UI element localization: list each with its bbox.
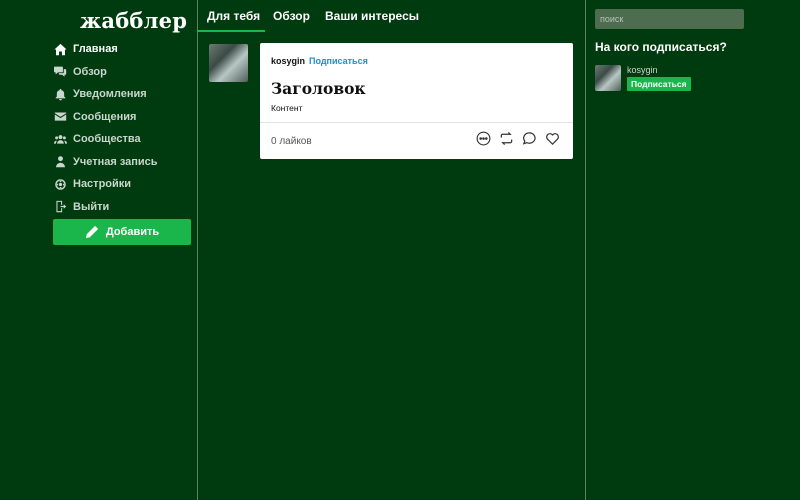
sidebar-item-label: Обзор — [73, 65, 107, 78]
post-likes-count: 0 лайков — [271, 136, 312, 147]
add-button-label: Добавить — [105, 226, 160, 238]
logout-icon — [54, 200, 67, 213]
suggestion-follow-button[interactable]: Подписаться — [627, 77, 691, 91]
search-input[interactable] — [595, 9, 744, 29]
sidebar-item-label: Учетная запись — [73, 155, 158, 168]
envelope-icon — [54, 110, 67, 123]
sidebar-item-explore[interactable]: Обзор — [54, 61, 158, 84]
suggestions-title: На кого подписаться? — [595, 40, 727, 54]
more-icon[interactable] — [476, 131, 491, 146]
sidebar-item-label: Уведомления — [73, 88, 147, 101]
tab-explore[interactable]: Обзор — [273, 9, 310, 23]
suggestion-avatar[interactable] — [595, 65, 621, 91]
post-author-avatar[interactable] — [209, 44, 248, 82]
sidebar-item-home[interactable]: Главная — [54, 38, 158, 61]
chat-bubbles-icon — [54, 65, 67, 78]
sidebar-item-logout[interactable]: Выйти — [54, 196, 158, 219]
post-actions — [476, 131, 560, 146]
post-content: Контент — [271, 103, 303, 113]
heart-icon[interactable] — [545, 131, 560, 146]
post-follow-link[interactable]: Подписаться — [309, 56, 368, 66]
feed-tabs: Для тебя Обзор Ваши интересы — [197, 0, 585, 32]
sidebar-item-label: Сообщения — [73, 110, 137, 123]
tab-interests[interactable]: Ваши интересы — [325, 9, 419, 23]
gear-icon — [54, 178, 67, 191]
sidebar-item-label: Сообщества — [73, 133, 141, 146]
pencil-icon — [85, 225, 98, 239]
sidebar-item-label: Настройки — [73, 178, 132, 191]
post-author-name[interactable]: kosygin — [271, 56, 305, 66]
bell-icon — [54, 88, 67, 101]
tab-for-you[interactable]: Для тебя — [207, 9, 260, 23]
left-sidebar: жабблер Главная Обзор Уведомления Сообще… — [0, 0, 197, 500]
post-card: kosygin Подписаться Заголовок Контент 0 … — [260, 43, 573, 159]
user-icon — [54, 155, 67, 168]
sidebar-item-account[interactable]: Учетная запись — [54, 151, 158, 174]
active-tab-indicator — [197, 30, 265, 32]
add-button[interactable]: Добавить — [53, 219, 191, 245]
comment-icon[interactable] — [522, 131, 537, 146]
right-divider — [585, 0, 586, 500]
sidebar-item-notifications[interactable]: Уведомления — [54, 83, 158, 106]
sidebar-item-communities[interactable]: Сообщества — [54, 128, 158, 151]
sidebar-nav: Главная Обзор Уведомления Сообщения Сооб… — [54, 38, 158, 218]
sidebar-item-settings[interactable]: Настройки — [54, 173, 158, 196]
repost-icon[interactable] — [499, 131, 514, 146]
app-logo[interactable]: жабблер — [80, 8, 187, 33]
post-divider — [260, 122, 573, 123]
post-title: Заголовок — [271, 79, 366, 98]
sidebar-item-messages[interactable]: Сообщения — [54, 106, 158, 129]
left-divider — [197, 0, 198, 500]
users-icon — [54, 133, 67, 146]
home-icon — [54, 43, 67, 56]
sidebar-item-label: Главная — [73, 43, 118, 56]
suggestion-name[interactable]: kosygin — [627, 65, 658, 75]
sidebar-item-label: Выйти — [73, 200, 110, 213]
